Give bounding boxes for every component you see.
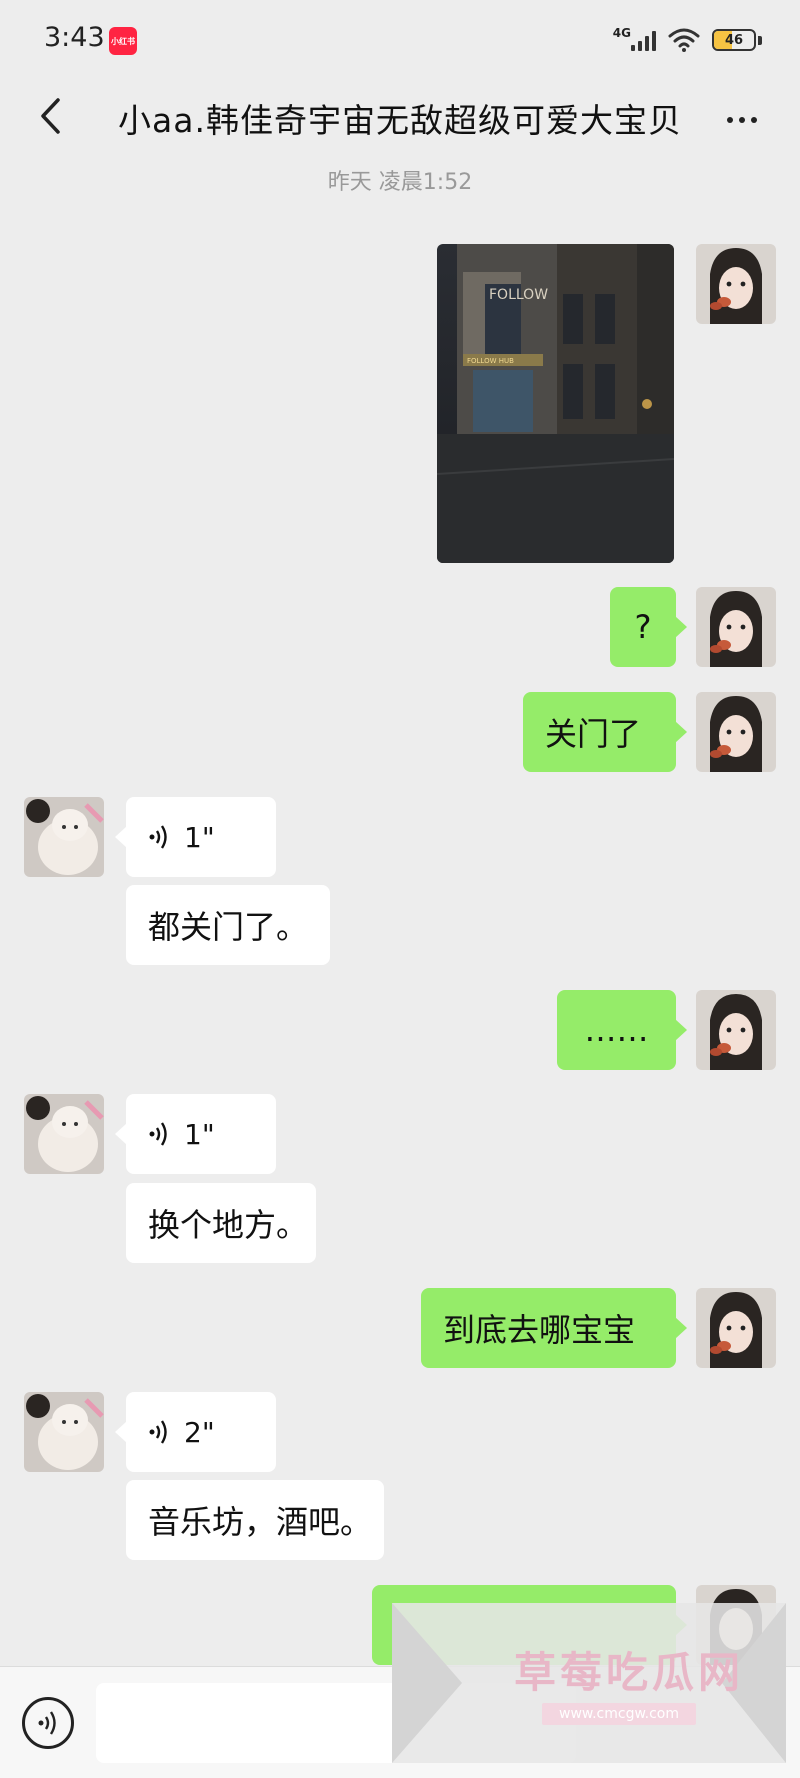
message-text: 关门了 — [545, 715, 642, 753]
sign-text: FOLLOW — [489, 287, 548, 303]
message-text: …… — [584, 1011, 649, 1049]
battery-icon: 46 — [712, 29, 756, 51]
voice-message[interactable]: 1" — [115, 797, 276, 877]
voice-duration: 1" — [184, 820, 215, 854]
message-text: 音乐坊，酒吧。 — [148, 1503, 373, 1541]
status-bar: 3:43 小红书 4G 46 — [0, 0, 800, 80]
voice-wave-icon — [149, 825, 167, 849]
network-type: 4G — [612, 26, 631, 40]
message-bubble-sent[interactable]: 到底去哪宝宝 — [421, 1288, 687, 1368]
voice-message[interactable]: 2" — [115, 1392, 276, 1472]
voice-duration: 2" — [184, 1415, 215, 1449]
status-time: 3:43 — [44, 22, 105, 53]
message-text: 到底去哪宝宝 — [443, 1311, 636, 1349]
voice-icon — [38, 1711, 56, 1735]
message-bubble-sent[interactable]: …… — [557, 990, 687, 1070]
voice-wave-icon — [149, 1122, 167, 1146]
status-icons: 4G 46 — [613, 24, 762, 56]
voice-duration: 1" — [184, 1117, 215, 1151]
building-photo: FOLLOW FOLLOW HUB — [437, 244, 674, 563]
my-avatar[interactable] — [696, 587, 776, 667]
message-text: ? — [634, 608, 652, 646]
shop-sign-text: FOLLOW HUB — [467, 357, 514, 365]
my-avatar[interactable] — [696, 990, 776, 1070]
message-bubble-sent[interactable]: 关门了 — [523, 692, 687, 772]
battery-level: 46 — [724, 32, 744, 48]
xiaohongshu-app-icon: 小红书 — [109, 27, 137, 55]
voice-wave-icon — [149, 1420, 167, 1444]
watermark-url: www.cmcgw.com — [542, 1703, 696, 1725]
message-bubble-received[interactable]: 都关门了。 — [126, 885, 330, 965]
image-message[interactable]: FOLLOW FOLLOW HUB — [437, 244, 674, 563]
message-text: 都关门了。 — [148, 908, 309, 946]
message-bubble-received[interactable]: 音乐坊，酒吧。 — [126, 1480, 384, 1560]
contact-avatar[interactable] — [24, 797, 104, 877]
chat-title: 小aa.韩佳奇宇宙无敌超级可爱大宝贝 — [118, 101, 682, 140]
message-text: 换个地方。 — [148, 1206, 309, 1244]
contact-avatar[interactable] — [24, 1392, 104, 1472]
wifi-icon — [668, 28, 700, 52]
voice-input-toggle[interactable] — [22, 1697, 74, 1749]
chevron-left-icon — [41, 98, 60, 134]
message-bubble-sent[interactable]: ? — [610, 587, 687, 667]
my-avatar[interactable] — [696, 692, 776, 772]
message-timestamp: 昨天 凌晨1:52 — [327, 170, 473, 195]
signal-icon — [631, 29, 656, 51]
my-avatar[interactable] — [696, 1288, 776, 1368]
message-bubble-received[interactable]: 换个地方。 — [126, 1183, 316, 1263]
voice-message[interactable]: 1" — [115, 1094, 276, 1174]
chat-header: 小aa.韩佳奇宇宙无敌超级可爱大宝贝 — [0, 80, 800, 156]
my-avatar[interactable] — [696, 244, 776, 324]
more-options-button[interactable] — [720, 98, 764, 142]
back-button[interactable] — [28, 94, 72, 138]
contact-avatar[interactable] — [24, 1094, 104, 1174]
watermark-text: 草莓吃瓜网 — [514, 1648, 745, 1697]
watermark: 草莓吃瓜网 www.cmcgw.com — [392, 1603, 786, 1763]
